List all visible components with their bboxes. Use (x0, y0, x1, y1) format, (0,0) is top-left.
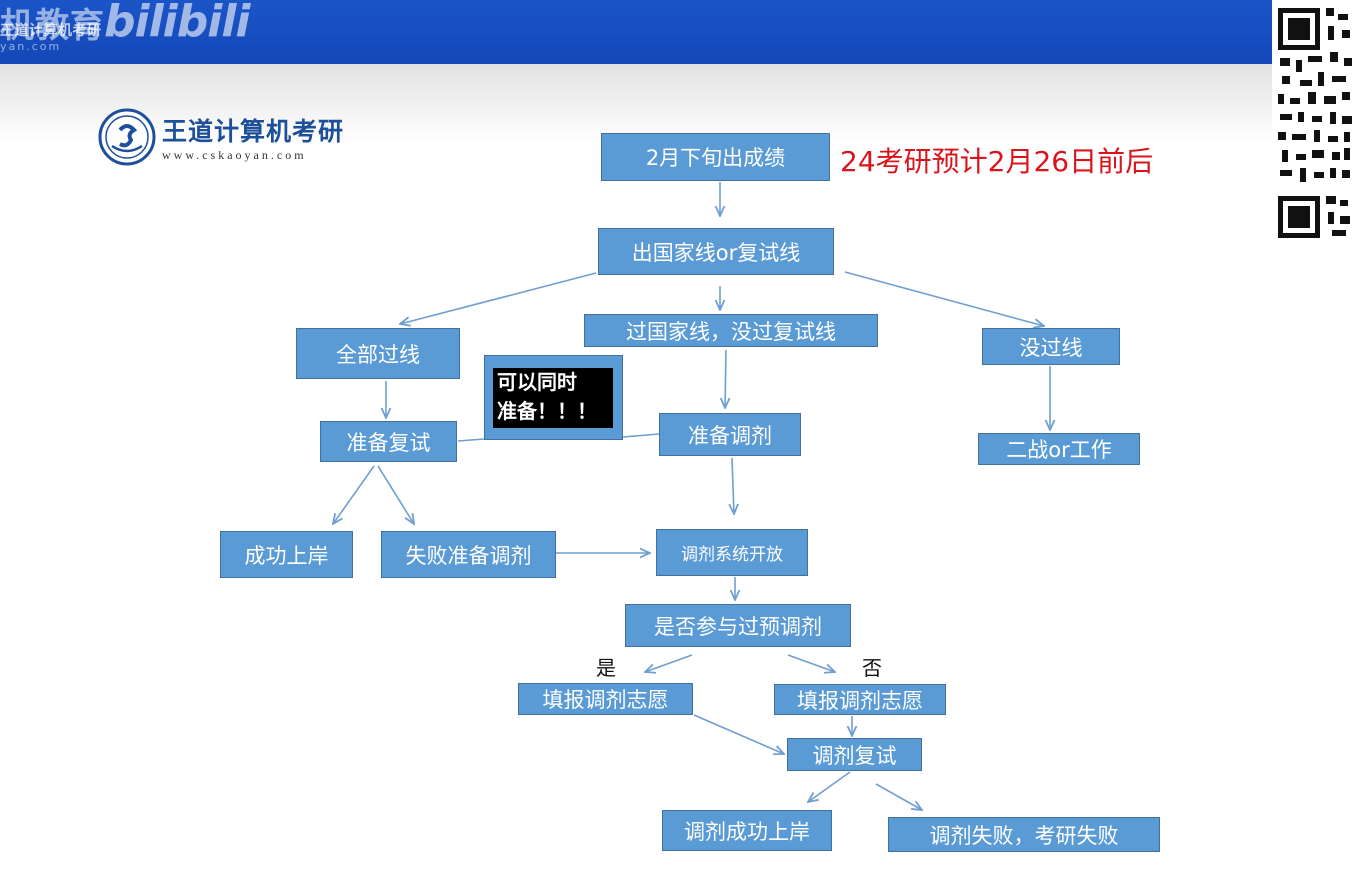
edge-label-no: 否 (862, 656, 882, 680)
node-system-open: 调剂系统开放 (656, 529, 808, 576)
node-success: 成功上岸 (220, 531, 353, 578)
node-national-only: 过国家线，没过复试线 (584, 314, 878, 347)
parallel-prep-text: 可以同时 准备！！！ (493, 368, 613, 428)
node-all-pass: 全部过线 (296, 328, 460, 379)
parallel-prep-callout: 可以同时 准备！！！ (484, 355, 623, 440)
exam-date-note: 24考研预计2月26日前后 (840, 145, 1154, 178)
node-prep-adjust: 准备调剂 (659, 413, 801, 456)
node-line-check: 出国家线or复试线 (598, 228, 834, 275)
node-adjust-success: 调剂成功上岸 (662, 810, 832, 851)
edge-label-yes: 是 (596, 656, 616, 680)
node-fill-wishes-yes: 填报调剂志愿 (518, 683, 693, 715)
node-results: 2月下旬出成绩 (601, 133, 830, 181)
node-prep-retest: 准备复试 (320, 421, 457, 462)
node-adjust-retest: 调剂复试 (787, 738, 922, 771)
node-retry-or-work: 二战or工作 (978, 433, 1140, 465)
node-pre-adjust-question: 是否参与过预调剂 (625, 604, 851, 647)
node-adjust-fail: 调剂失败，考研失败 (888, 817, 1160, 852)
node-fail-adjust: 失败准备调剂 (381, 531, 556, 578)
node-no-pass: 没过线 (982, 328, 1120, 365)
node-fill-wishes-no: 填报调剂志愿 (774, 684, 946, 715)
